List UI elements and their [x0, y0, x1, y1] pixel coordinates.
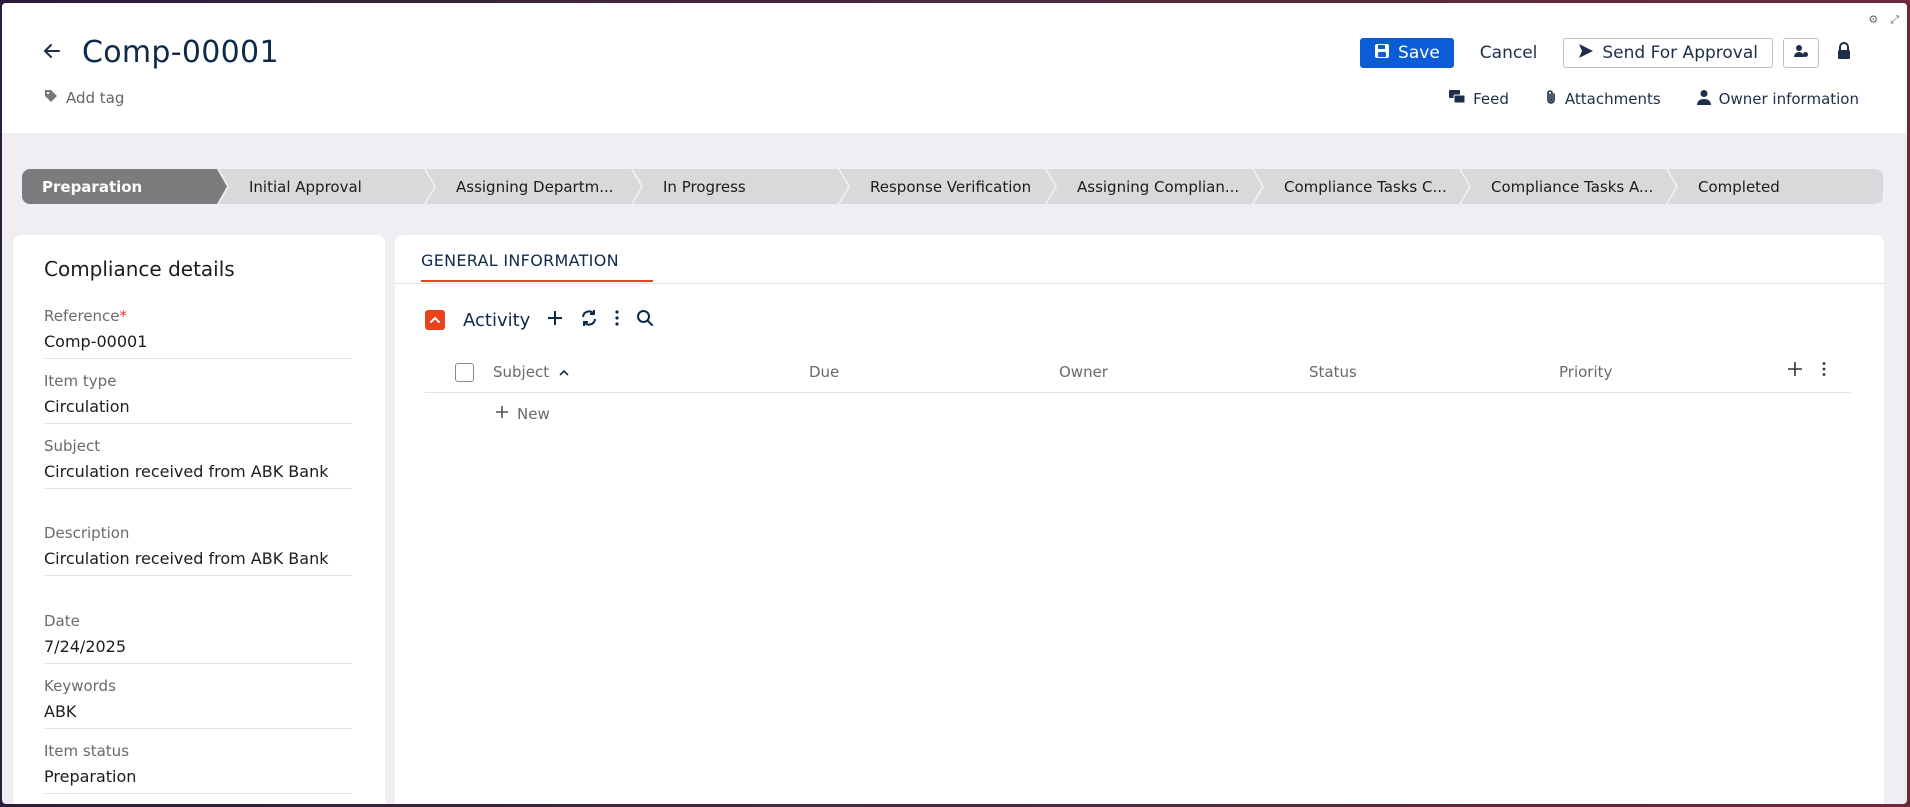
new-activity-button[interactable]: New [495, 405, 550, 423]
date-label: Date [44, 612, 80, 630]
stage-preparation[interactable]: Preparation [22, 169, 227, 204]
floppy-disk-icon [1374, 43, 1390, 64]
tab-divider [395, 283, 1884, 284]
save-button[interactable]: Save [1360, 38, 1454, 68]
column-status[interactable]: Status [1309, 363, 1357, 381]
reference-field[interactable]: Reference* Comp-00001 [44, 307, 352, 359]
required-marker: * [119, 307, 128, 325]
reference-label: Reference [44, 307, 120, 325]
attachments-link[interactable]: Attachments [1545, 89, 1661, 109]
feed-link[interactable]: Feed [1449, 89, 1509, 109]
select-all-checkbox[interactable] [455, 363, 474, 382]
item-type-field[interactable]: Item type Circulation [44, 372, 352, 424]
tab-general-information[interactable]: GENERAL INFORMATION [421, 251, 653, 282]
owner-information-link[interactable]: Owner information [1696, 89, 1859, 109]
expand-icon[interactable]: ⤢ [1890, 13, 1899, 27]
keywords-label: Keywords [44, 677, 116, 695]
date-value: 7/24/2025 [44, 637, 127, 656]
new-label: New [517, 405, 550, 423]
app-frame: ⚙ ⤢ Comp-00001 Add tag Save Cancel Send … [2, 3, 1907, 804]
feed-label: Feed [1473, 90, 1509, 108]
chevron-up-icon [430, 316, 440, 323]
stage-assigning-compliance[interactable]: Assigning Complian... [1047, 169, 1262, 204]
plus-icon [495, 405, 509, 423]
reference-value: Comp-00001 [44, 332, 148, 351]
stage-response-verification[interactable]: Response Verification [840, 169, 1055, 204]
add-icon[interactable] [546, 309, 564, 331]
back-arrow-icon[interactable] [40, 39, 64, 63]
stage-assigning-departments[interactable]: Assigning Departm... [426, 169, 641, 204]
date-field[interactable]: Date 7/24/2025 [44, 612, 352, 664]
settings-icon[interactable]: ⚙ [1868, 13, 1878, 27]
search-icon[interactable] [636, 309, 654, 331]
compliance-details-panel: Compliance details Reference* Comp-00001… [13, 235, 385, 804]
item-status-value: Preparation [44, 767, 137, 786]
refresh-icon[interactable] [580, 309, 598, 331]
sort-ascending-icon [559, 363, 569, 381]
description-label: Description [44, 524, 130, 542]
window-controls: ⚙ ⤢ [1868, 13, 1899, 27]
save-label: Save [1398, 43, 1440, 63]
header-links: Feed Attachments Owner information [1449, 89, 1859, 109]
panel-title: Compliance details [44, 257, 235, 281]
subject-value: Circulation received from ABK Bank [44, 462, 329, 481]
page-title: Comp-00001 [82, 35, 279, 70]
description-value: Circulation received from ABK Bank [44, 549, 329, 568]
column-subject-label: Subject [493, 363, 550, 381]
column-subject[interactable]: Subject [493, 363, 569, 381]
lock-button[interactable] [1829, 38, 1859, 68]
column-options-icon[interactable] [1821, 361, 1827, 381]
owner-information-label: Owner information [1718, 90, 1859, 108]
activity-toolbar: Activity [425, 309, 654, 331]
header-actions: Save Cancel Send For Approval [1360, 38, 1859, 68]
keywords-field[interactable]: Keywords ABK [44, 677, 352, 729]
stage-in-progress[interactable]: In Progress [633, 169, 848, 204]
send-for-approval-button[interactable]: Send For Approval [1563, 38, 1773, 68]
subject-label: Subject [44, 437, 101, 455]
assign-user-button[interactable] [1783, 38, 1819, 68]
subject-field[interactable]: Subject Circulation received from ABK Ba… [44, 437, 352, 489]
add-tag-button[interactable]: Add tag [44, 89, 124, 107]
column-owner[interactable]: Owner [1059, 363, 1108, 381]
stage-progress-bar: Preparation Initial Approval Assigning D… [22, 169, 1883, 204]
item-status-field[interactable]: Item status Preparation [44, 742, 352, 794]
paperclip-icon [1545, 89, 1557, 109]
send-icon [1578, 43, 1594, 64]
activity-title: Activity [463, 309, 531, 331]
add-tag-label: Add tag [66, 89, 125, 107]
collapse-toggle-button[interactable] [425, 310, 445, 330]
add-column-icon[interactable] [1787, 361, 1803, 381]
stage-completed[interactable]: Completed [1668, 169, 1883, 204]
chat-icon [1449, 90, 1466, 108]
more-vertical-icon[interactable] [614, 309, 620, 331]
stage-compliance-tasks-c[interactable]: Compliance Tasks C... [1254, 169, 1469, 204]
activity-grid-header: Subject Due Owner Status Priority [425, 353, 1851, 393]
item-type-value: Circulation [44, 397, 130, 416]
column-due[interactable]: Due [809, 363, 839, 381]
item-status-label: Item status [44, 742, 130, 760]
keywords-value: ABK [44, 702, 77, 721]
column-priority[interactable]: Priority [1559, 363, 1612, 381]
stage-initial-approval[interactable]: Initial Approval [219, 169, 434, 204]
description-field[interactable]: Description Circulation received from AB… [44, 524, 352, 576]
main-panel: GENERAL INFORMATION Activity Subject Due… [395, 235, 1884, 804]
attachments-label: Attachments [1564, 90, 1661, 108]
send-for-approval-label: Send For Approval [1602, 43, 1758, 63]
tag-icon [44, 89, 58, 107]
stage-compliance-tasks-a[interactable]: Compliance Tasks A... [1461, 169, 1676, 204]
record-header: ⚙ ⤢ Comp-00001 Add tag Save Cancel Send … [2, 3, 1907, 133]
lock-icon [1836, 42, 1852, 64]
item-type-label: Item type [44, 372, 117, 390]
cancel-button[interactable]: Cancel [1464, 38, 1554, 68]
user-cog-icon [1793, 43, 1809, 63]
person-icon [1696, 89, 1711, 109]
